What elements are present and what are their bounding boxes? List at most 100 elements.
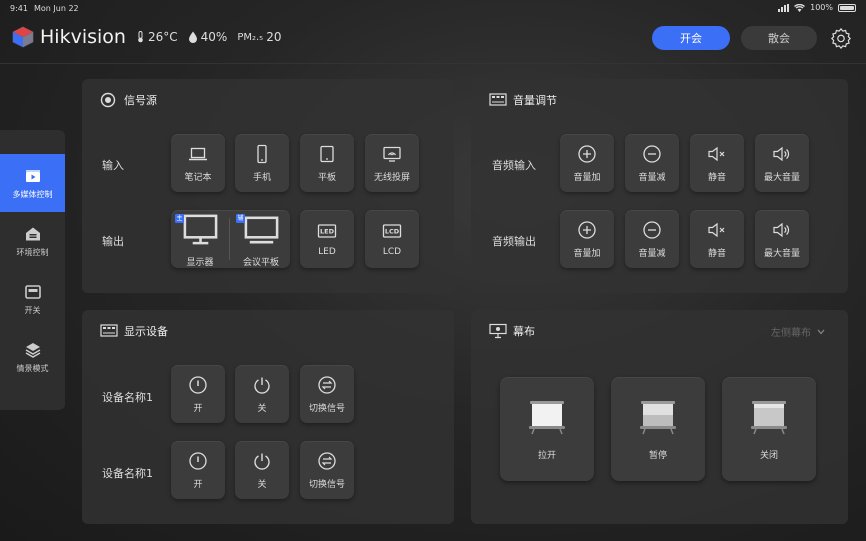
audio-input-label: 音频输入 <box>492 159 536 172</box>
device1-switch-signal-button[interactable]: 切换信号 <box>300 365 354 423</box>
led-badge: LED <box>320 228 335 236</box>
volume-down-label: 音量减 <box>638 172 666 183</box>
output-volume-up-button[interactable]: 音量加 <box>560 210 614 268</box>
start-meeting-button[interactable]: 开会 <box>652 26 730 50</box>
device2-off-button[interactable]: 关 <box>235 441 289 499</box>
screen-open-button[interactable]: 拉开 <box>500 377 594 481</box>
signal-source-icon <box>100 92 116 108</box>
pm25-value: 20 <box>266 30 282 44</box>
screen-pause-icon <box>640 400 676 434</box>
minus-circle-icon <box>643 220 661 239</box>
volume-max-icon <box>773 222 790 237</box>
input-tablet-button[interactable]: 平板 <box>300 134 354 192</box>
output-lcd-label: LCD <box>382 247 402 257</box>
signal-source-title: 信号源 <box>124 94 157 107</box>
input-phone-label: 手机 <box>252 172 271 183</box>
status-indicators: 100% <box>778 3 856 12</box>
screen-selector-dropdown[interactable]: 左侧幕布 <box>771 324 825 339</box>
status-date: Mon Jun 22 <box>34 4 79 13</box>
panel-title: 音量调节 <box>489 92 557 108</box>
plus-circle-icon <box>578 220 596 239</box>
end-meeting-button[interactable]: 散会 <box>741 26 817 50</box>
output-max-volume-button[interactable]: 最大音量 <box>755 210 809 268</box>
battery-icon <box>838 3 856 12</box>
phone-icon <box>257 144 267 163</box>
device-on-label: 开 <box>193 403 203 414</box>
brand-logo: Hikvision <box>12 26 126 48</box>
output-display-group: 主 显示器 辅 会议平板 <box>171 210 290 268</box>
volume-up-label: 音量加 <box>573 248 601 259</box>
conference-panel-icon <box>244 216 278 244</box>
output-volume-down-button[interactable]: 音量减 <box>625 210 679 268</box>
projector-screen-icon <box>489 323 507 339</box>
mute-icon <box>708 222 725 237</box>
output-monitor-button[interactable]: 主 显示器 <box>171 210 229 268</box>
input-volume-up-button[interactable]: 音量加 <box>560 134 614 192</box>
screen-close-icon <box>751 400 787 434</box>
humidity-readout: 40% <box>188 30 228 44</box>
sidebar-item-label: 开关 <box>24 305 41 315</box>
output-conference-panel-label: 会议平板 <box>242 258 279 268</box>
cast-icon <box>383 146 401 162</box>
input-mute-button[interactable]: 静音 <box>690 134 744 192</box>
sidebar-item-environment[interactable]: 环境控制 <box>0 212 65 270</box>
output-lcd-button[interactable]: LCD LCD <box>365 210 419 268</box>
device2-on-button[interactable]: 开 <box>171 441 225 499</box>
input-volume-down-button[interactable]: 音量减 <box>625 134 679 192</box>
status-bar: 9:41 Mon Jun 22 100% <box>0 0 866 18</box>
primary-tag: 主 <box>175 214 184 223</box>
humidity-value: 40% <box>200 30 228 44</box>
lcd-badge: LCD <box>385 228 400 236</box>
laptop-icon <box>189 147 207 160</box>
monitor-icon <box>183 214 217 245</box>
power-on-icon <box>189 375 207 394</box>
pm25-label: PM₂.₅ <box>237 31 264 43</box>
signal-source-panel: 信号源 输入 笔记本 手机 平板 无线投屏 输出 主 显示器 辅 会议平板 LE… <box>82 79 454 293</box>
temperature-readout: 26°C <box>136 30 178 44</box>
input-wireless-cast-button[interactable]: 无线投屏 <box>365 134 419 192</box>
max-volume-label: 最大音量 <box>763 172 800 183</box>
device2-switch-signal-button[interactable]: 切换信号 <box>300 441 354 499</box>
sidebar-item-label: 多媒体控制 <box>12 189 53 199</box>
power-off-icon <box>254 377 270 394</box>
input-wireless-cast-label: 无线投屏 <box>373 172 410 183</box>
humidity-drop-icon <box>188 31 197 43</box>
panel-title: 信号源 <box>100 92 157 108</box>
device1-off-button[interactable]: 关 <box>235 365 289 423</box>
sidebar-item-multimedia[interactable]: 多媒体控制 <box>0 154 65 212</box>
output-mute-button[interactable]: 静音 <box>690 210 744 268</box>
panel-title: 显示设备 <box>100 323 168 339</box>
screen-selector-value: 左侧幕布 <box>771 328 811 339</box>
input-laptop-button[interactable]: 笔记本 <box>171 134 225 192</box>
audio-output-label: 音频输出 <box>492 235 536 248</box>
display-device-icon <box>100 324 118 337</box>
volume-title: 音量调节 <box>513 94 557 107</box>
output-conference-panel-button[interactable]: 辅 会议平板 <box>232 210 290 268</box>
device-name-label: 设备名称1 <box>102 391 153 404</box>
input-max-volume-button[interactable]: 最大音量 <box>755 134 809 192</box>
max-volume-label: 最大音量 <box>763 248 800 259</box>
led-icon: LED <box>317 224 337 238</box>
switch-signal-label: 切换信号 <box>308 403 345 414</box>
screen-pause-button[interactable]: 暂停 <box>611 377 705 481</box>
screen-title: 幕布 <box>513 325 535 338</box>
output-monitor-label: 显示器 <box>186 258 214 268</box>
sidebar-item-label: 环境控制 <box>16 247 49 257</box>
screen-close-button[interactable]: 关闭 <box>722 377 816 481</box>
switch-signal-icon <box>318 451 336 470</box>
sidebar-item-switch[interactable]: 开关 <box>0 270 65 328</box>
device1-on-button[interactable]: 开 <box>171 365 225 423</box>
sidebar: 多媒体控制 环境控制 开关 情景模式 <box>0 130 65 410</box>
sidebar-item-scene-mode[interactable]: 情景模式 <box>0 328 65 386</box>
input-row-label: 输入 <box>102 159 124 172</box>
device-on-label: 开 <box>193 479 203 490</box>
status-time: 9:41 <box>10 4 28 13</box>
brand-name: Hikvision <box>40 26 126 48</box>
switch-signal-icon <box>318 375 336 394</box>
output-led-button[interactable]: LED LED <box>300 210 354 268</box>
gear-icon[interactable] <box>830 27 852 49</box>
environment-readouts: 26°C 40% PM₂.₅ 20 <box>136 30 281 44</box>
switch-signal-label: 切换信号 <box>308 479 345 490</box>
input-phone-button[interactable]: 手机 <box>235 134 289 192</box>
tablet-icon <box>320 145 334 162</box>
